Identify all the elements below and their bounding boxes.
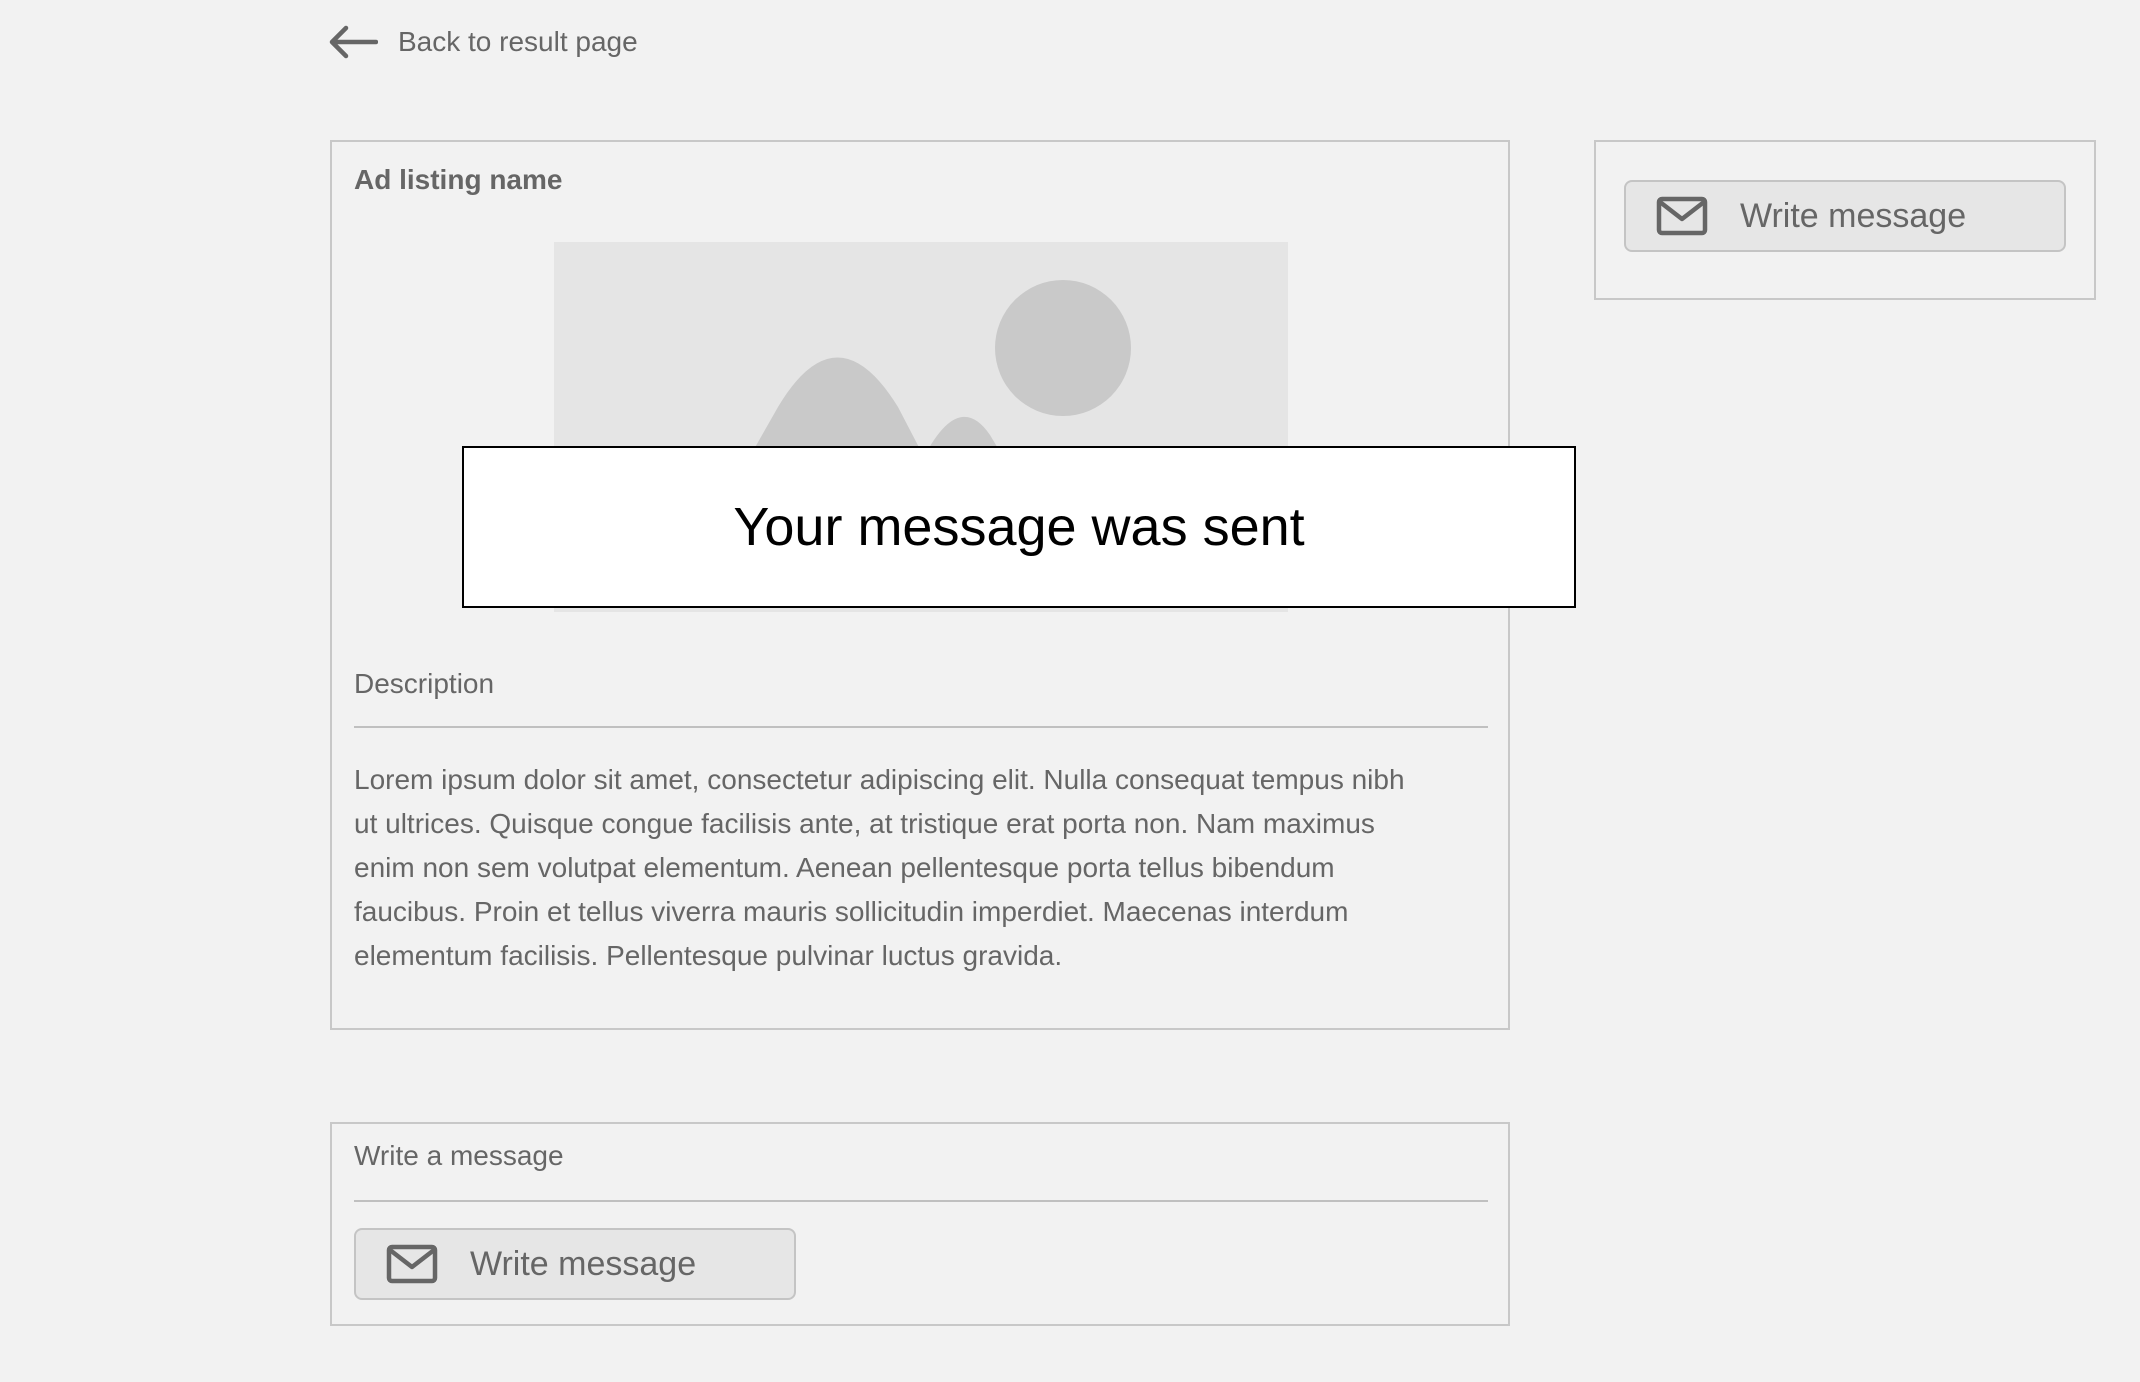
description-text: Lorem ipsum dolor sit amet, consectetur …: [354, 764, 1405, 971]
description-heading: Description: [354, 668, 495, 699]
contact-side-card: Write message: [1594, 140, 2096, 300]
back-link-label: Back to result page: [398, 26, 638, 57]
listing-title: Ad listing name: [354, 164, 563, 195]
write-message-button[interactable]: Write message: [354, 1228, 796, 1300]
mail-icon: [1656, 196, 1708, 236]
arrow-left-icon: [329, 25, 378, 59]
listing-page: Back to result page Ad listing name Desc…: [0, 0, 2140, 1382]
write-message-heading: Write a message: [354, 1140, 564, 1171]
mail-icon: [386, 1244, 438, 1284]
message-sent-toast: Your message was sent: [462, 446, 1576, 608]
toast-message: Your message was sent: [733, 497, 1305, 557]
write-message-label: Write message: [1740, 196, 1967, 235]
description-divider: [354, 726, 1488, 728]
write-message-button-side[interactable]: Write message: [1624, 180, 2066, 252]
write-message-divider: [354, 1200, 1488, 1202]
write-message-label: Write message: [470, 1244, 697, 1283]
back-to-results-link[interactable]: Back to result page: [328, 22, 638, 62]
write-message-card: Write a message Write message: [330, 1122, 1510, 1326]
